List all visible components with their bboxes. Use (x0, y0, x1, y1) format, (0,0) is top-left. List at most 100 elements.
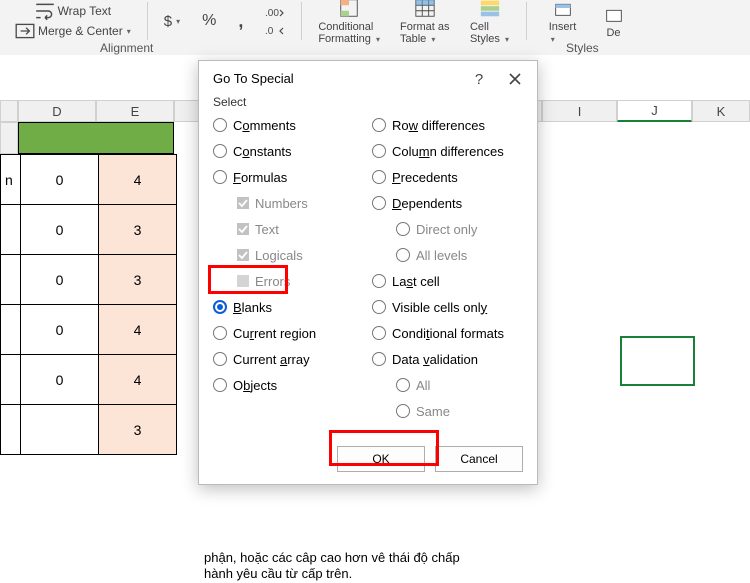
column-header[interactable]: D (18, 100, 96, 122)
radio-option[interactable]: Objects (213, 375, 364, 395)
radio-option[interactable]: Conditional formats (372, 323, 523, 343)
alignment-caption: Alignment (100, 41, 153, 55)
table-cell[interactable]: 0 (21, 305, 99, 355)
checkbox-option: Logicals (213, 245, 364, 265)
radio-option[interactable]: Row differences (372, 115, 523, 135)
radio-option[interactable]: Column differences (372, 141, 523, 161)
cell-text: phận, hoặc các câp cao hơn vê thái độ ch… (204, 550, 464, 583)
chevron-down-icon: ▾ (176, 17, 180, 26)
merge-center-button[interactable]: Merge & Center ▾ (6, 22, 139, 40)
table-cell[interactable]: 3 (99, 205, 177, 255)
radio-option[interactable]: Precedents (372, 167, 523, 187)
percent-button[interactable]: % (194, 0, 224, 42)
table-cell[interactable] (1, 205, 21, 255)
radio-sub-option: All levels (372, 245, 523, 265)
radio-label: Current region (233, 326, 316, 341)
row-header[interactable] (0, 122, 18, 154)
radio-option[interactable]: Dependents (372, 193, 523, 213)
table-cell[interactable] (1, 255, 21, 305)
comma-button[interactable]: , (230, 0, 251, 42)
selected-cell[interactable] (620, 336, 695, 386)
cell-styles-icon (479, 0, 501, 19)
radio-option[interactable]: Last cell (372, 271, 523, 291)
cell-styles-button[interactable]: CellStyles ▾ (462, 0, 518, 42)
wrap-text-button[interactable]: Wrap Text (6, 2, 139, 20)
column-header[interactable]: J (617, 100, 692, 122)
format-as-table-button[interactable]: Format asTable ▾ (392, 0, 458, 42)
table-cell[interactable]: 0 (21, 355, 99, 405)
conditional-formatting-button[interactable]: ConditionalFormatting ▾ (310, 0, 388, 42)
table-cell[interactable]: 3 (99, 255, 177, 305)
delete-button[interactable]: De (595, 0, 633, 42)
table-cell[interactable]: 4 (99, 155, 177, 205)
ribbon: Wrap Text Merge & Center ▾ $▾ % , .00 .0… (0, 0, 750, 55)
go-to-special-dialog: Go To Special ? Select CommentsConstants… (198, 60, 538, 485)
radio-icon (372, 274, 386, 288)
radio-option[interactable]: Constants (213, 141, 364, 161)
table-cell[interactable]: 0 (21, 205, 99, 255)
checkbox-option: Numbers (213, 193, 364, 213)
ribbon-separator (526, 2, 527, 40)
table-cell[interactable]: n (1, 155, 21, 205)
radio-icon (213, 118, 227, 132)
radio-icon (396, 404, 410, 418)
column-header[interactable]: I (542, 100, 617, 122)
radio-icon (372, 326, 386, 340)
radio-label: Data validation (392, 352, 478, 367)
radio-option[interactable]: Formulas (213, 167, 364, 187)
styles-caption: Styles (566, 41, 599, 55)
radio-label: Constants (233, 144, 292, 159)
conditional-formatting-icon (338, 0, 360, 19)
radio-icon (213, 326, 227, 340)
help-button[interactable]: ? (465, 65, 493, 93)
table-cell[interactable] (1, 355, 21, 405)
radio-option[interactable]: Data validation (372, 349, 523, 369)
radio-label: Formulas (233, 170, 287, 185)
column-header[interactable]: E (96, 100, 174, 122)
radio-label: All (416, 378, 430, 393)
table-icon (414, 0, 436, 19)
table-cell[interactable]: 3 (99, 405, 177, 455)
svg-text:.00: .00 (265, 8, 279, 19)
cancel-button[interactable]: Cancel (435, 446, 523, 472)
radio-label: Dependents (392, 196, 462, 211)
ribbon-separator (301, 2, 302, 40)
radio-option[interactable]: Current region (213, 323, 364, 343)
radio-sub-option: Direct only (372, 219, 523, 239)
radio-label: Last cell (392, 274, 440, 289)
currency-button[interactable]: $▾ (156, 10, 188, 32)
decrease-decimal-button[interactable]: .0 (257, 21, 293, 39)
close-button[interactable] (501, 65, 529, 93)
checkbox-icon (237, 275, 249, 287)
radio-icon (213, 144, 227, 158)
checkbox-icon (237, 223, 249, 235)
svg-text:.0: .0 (265, 26, 274, 37)
radio-option[interactable]: Comments (213, 115, 364, 135)
radio-icon (213, 300, 227, 314)
table-cell[interactable]: 4 (99, 305, 177, 355)
radio-label: Precedents (392, 170, 458, 185)
wrap-text-label: Wrap Text (58, 4, 112, 18)
checkbox-label: Logicals (255, 248, 303, 263)
table-cell[interactable]: 0 (21, 255, 99, 305)
radio-icon (372, 352, 386, 366)
radio-option[interactable]: Current array (213, 349, 364, 369)
radio-icon (396, 378, 410, 392)
table-cell[interactable] (1, 405, 21, 455)
ok-button[interactable]: OK (337, 446, 425, 472)
radio-option[interactable]: Blanks (213, 297, 364, 317)
increase-decimal-button[interactable]: .00 (257, 3, 293, 21)
checkbox-icon (237, 249, 249, 261)
radio-sub-option: Same (372, 401, 523, 421)
table-cell[interactable] (1, 305, 21, 355)
insert-button[interactable]: Insert▾ (535, 0, 591, 42)
column-header[interactable]: K (692, 100, 750, 122)
radio-option[interactable]: Visible cells only (372, 297, 523, 317)
radio-icon (372, 144, 386, 158)
radio-icon (372, 170, 386, 184)
merge-icon (14, 20, 36, 42)
table-cell[interactable]: 0 (21, 155, 99, 205)
table-cell[interactable] (21, 405, 99, 455)
table-cell[interactable]: 4 (99, 355, 177, 405)
radio-label: Conditional formats (392, 326, 504, 341)
